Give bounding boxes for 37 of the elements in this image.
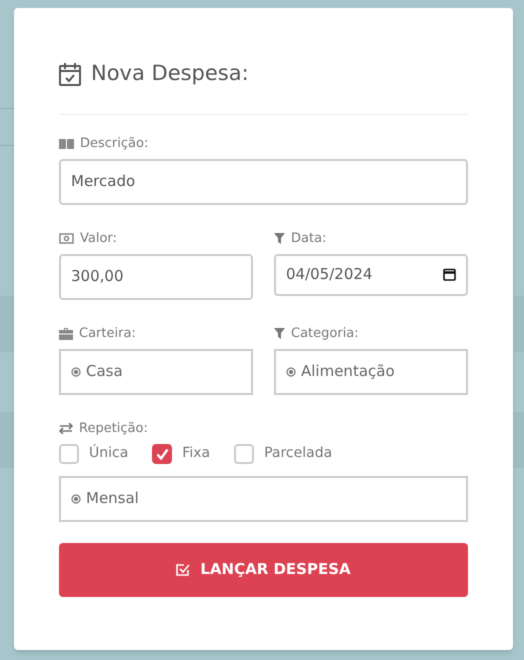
select-field[interactable]: Alimentação	[274, 348, 468, 394]
checkbox-label: Fixa	[182, 444, 210, 463]
select-field[interactable]: Casa	[59, 348, 253, 394]
checkbox-label: Parcelada	[264, 444, 332, 463]
radio-dot-icon	[286, 366, 296, 376]
input-field[interactable]: Mercado	[59, 158, 468, 204]
checkbox[interactable]	[59, 444, 79, 464]
checkbox-label: Única	[89, 443, 128, 463]
backdrop-row	[0, 412, 14, 468]
input-field[interactable]: 300,00	[59, 254, 253, 300]
filter-icon	[274, 233, 285, 244]
field-label: Valor:	[80, 230, 117, 248]
filter-icon	[274, 328, 285, 339]
banknote-icon	[59, 233, 74, 244]
backdrop-row	[0, 296, 14, 352]
field-label: Repetição:	[79, 420, 148, 438]
backdrop-row	[513, 412, 524, 468]
select-field[interactable]: Mensal	[59, 476, 468, 522]
swap-arrows-icon	[59, 423, 73, 434]
radio-dot-icon	[71, 366, 81, 376]
field-label: Data:	[291, 230, 326, 248]
checkbox[interactable]	[234, 444, 254, 464]
check-icon	[156, 448, 169, 460]
field-label: Carteira:	[79, 324, 136, 343]
calendar-check-icon	[59, 62, 81, 86]
dialog-title: Nova Despesa:	[91, 60, 249, 87]
briefcase-icon	[59, 328, 73, 340]
field-label: Categoria:	[291, 324, 359, 343]
submit-button[interactable]: LANÇAR DESPESA	[59, 542, 468, 596]
checkbox[interactable]	[152, 444, 172, 464]
calendar-icon[interactable]	[443, 268, 456, 281]
backdrop-row	[513, 296, 524, 352]
radio-dot-icon	[71, 494, 81, 504]
date-field[interactable]: 04/05/2024	[274, 254, 468, 296]
field-label: Descrição:	[80, 134, 148, 153]
book-icon	[59, 138, 74, 149]
check-square-icon	[176, 562, 190, 576]
